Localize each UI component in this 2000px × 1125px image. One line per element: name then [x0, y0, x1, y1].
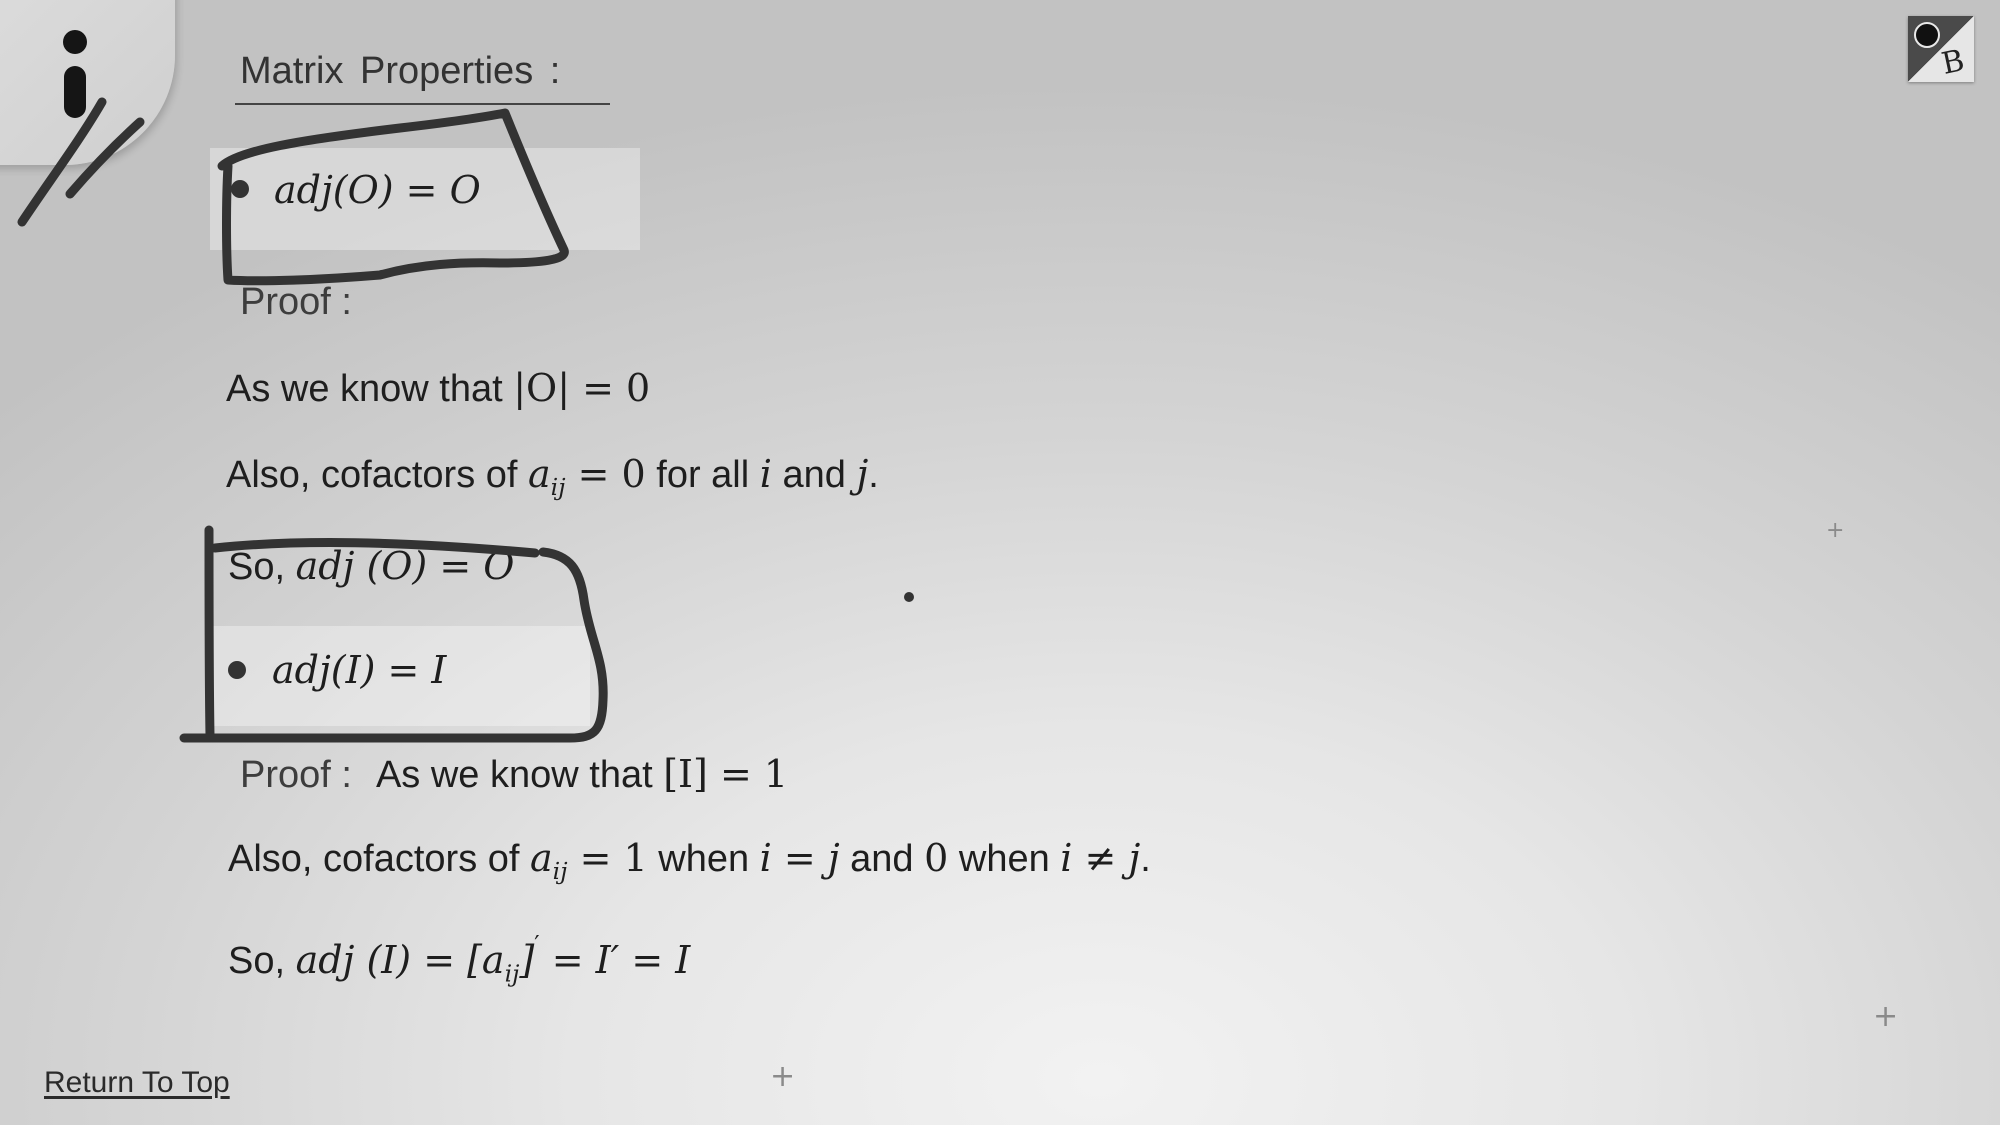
proof-1-line-2-text-d: .	[868, 454, 879, 496]
page-title: Matrix Properties :	[240, 50, 561, 92]
proof-1-line-2-math-c: i	[759, 452, 772, 496]
proof-2-line-2-text-b: when	[647, 838, 760, 880]
proof-1-label: Proof :	[240, 281, 352, 323]
info-logo-panel	[0, 0, 175, 165]
plus-icon: +	[1826, 518, 1845, 543]
proof-2-line-3-math-a: adj (I) = [a	[295, 938, 505, 983]
proof-1-line-1-text: As we know that	[226, 368, 514, 410]
proof-2-line-3-math-c: = I′ = I	[539, 938, 691, 983]
proof-1-line-2-text-b: for all	[645, 454, 760, 496]
slide-canvas: B Matrix Properties : adj(O) = O Proof :…	[0, 0, 2000, 1125]
property-2-math: adj(I) = I	[272, 648, 447, 692]
proof-1-line-2-text-a: Also, cofactors of	[226, 454, 529, 496]
proof-2-line-1: Proof : As we know that [I] = 1	[240, 752, 788, 797]
laser-dot	[904, 592, 914, 602]
proof-2-line-3-text: So,	[228, 940, 296, 983]
proof-1-line-1: As we know that |O| = 0	[226, 366, 650, 411]
proof-2-line-2-sub: ij	[552, 857, 568, 886]
proof-1-line-2-sub: ij	[550, 473, 566, 502]
proof-2-line-2-math-a: a	[530, 836, 553, 880]
title-underline	[235, 103, 610, 105]
proof-1-line-2-math-b: = 0	[565, 452, 646, 496]
badge-circle-icon	[1914, 22, 1940, 48]
proof-2-line-2: Also, cofactors of aij = 1 when i = j an…	[228, 836, 1151, 885]
proof-2-line-2-math-e: i ≠ j	[1060, 836, 1141, 880]
property-2-expression: adj(I) = I	[272, 648, 446, 692]
proof-2-line-2-text-a: Also, cofactors of	[228, 838, 531, 880]
plus-icon: +	[770, 1059, 796, 1094]
proof-2-line-2-math-b: = 1	[567, 836, 648, 880]
proof-1-line-2: Also, cofactors of aij = 0 for all i and…	[226, 452, 879, 501]
proof-1-line-1-math: |O| = 0	[513, 366, 651, 410]
proof-2-line-2-math-c: i = j	[759, 836, 840, 880]
app-badge-icon[interactable]: B	[1908, 16, 1974, 82]
proof-2-line-2-text-d: when	[948, 838, 1061, 880]
proof-1-line-3: So, adj (O) = O	[228, 544, 514, 589]
property-1-expression: adj(O) = O	[274, 168, 481, 212]
proof-2-line-3: So, adj (I) = [aij]′ = I′ = I	[228, 930, 690, 987]
proof-1-line-3-text: So,	[228, 546, 296, 588]
info-icon	[60, 30, 90, 120]
proof-2-line-1-math: [I] = 1	[663, 752, 789, 796]
plus-icon: +	[1873, 999, 1899, 1034]
bullet-icon	[228, 661, 246, 679]
proof-1-line-2-text-c: and	[771, 454, 857, 496]
bullet-icon	[231, 180, 249, 198]
proof-2-line-2-text-e: .	[1140, 838, 1151, 880]
property-1-math: adj(O) = O	[274, 168, 481, 212]
return-to-top-link[interactable]: Return To Top	[44, 1066, 230, 1100]
proof-2-label: Proof :	[240, 754, 352, 796]
proof-2-line-2-text-c: and	[839, 838, 925, 880]
proof-1-line-3-math: adj (O) = O	[295, 544, 515, 588]
proof-2-line-3-sub: ij	[504, 959, 520, 988]
proof-2-line-3-math-b: ]	[519, 938, 535, 983]
proof-1-line-2-math-d: j	[856, 452, 869, 496]
proof-1-line-2-math-a: a	[528, 452, 551, 496]
badge-letter: B	[1938, 43, 1968, 82]
proof-2-line-1-text: As we know that	[375, 754, 664, 796]
proof-2-line-2-math-d: 0	[924, 836, 949, 880]
